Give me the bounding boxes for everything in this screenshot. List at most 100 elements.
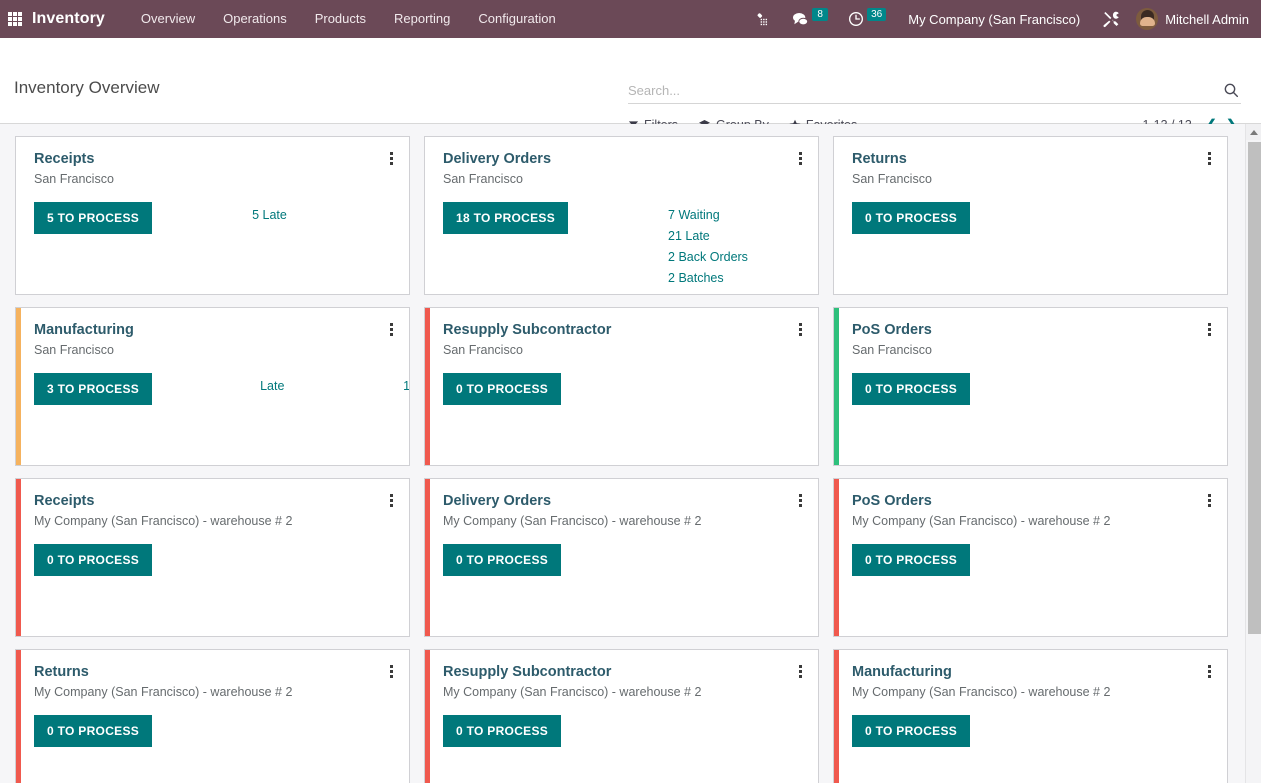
card-title: Manufacturing — [852, 664, 952, 680]
card-status-stripe — [16, 479, 21, 636]
card-title: Receipts — [34, 493, 95, 509]
kebab-menu-icon[interactable] — [384, 320, 398, 338]
to-process-button[interactable]: 5 TO PROCESS — [34, 202, 153, 235]
to-process-button[interactable]: 0 TO PROCESS — [852, 202, 971, 235]
tools-icon[interactable] — [1092, 0, 1130, 38]
kanban-card[interactable]: Returns San Francisco 0 TO PROCESS — [833, 136, 1228, 295]
card-title: PoS Orders — [852, 493, 932, 509]
search-icon[interactable] — [1221, 82, 1241, 98]
card-subtitle: San Francisco — [852, 172, 932, 187]
kebab-menu-icon[interactable] — [793, 491, 807, 509]
card-stat-line[interactable]: 2 Back Orders — [668, 248, 818, 267]
kanban-card[interactable]: Manufacturing My Company (San Francisco) … — [833, 649, 1228, 783]
card-status-stripe — [425, 650, 430, 783]
kanban-card[interactable]: PoS Orders My Company (San Francisco) - w… — [833, 478, 1228, 637]
search-input[interactable] — [628, 82, 1221, 98]
menu-reporting[interactable]: Reporting — [380, 0, 464, 38]
card-status-stripe — [425, 479, 430, 636]
kanban-card[interactable]: Receipts San Francisco 5 TO PROCESS 5 Late — [15, 136, 410, 295]
to-process-button[interactable]: 0 TO PROCESS — [34, 715, 153, 748]
menu-products[interactable]: Products — [301, 0, 380, 38]
activities-button[interactable]: 36 — [838, 0, 896, 38]
kanban-card[interactable]: PoS Orders San Francisco 0 TO PROCESS — [833, 307, 1228, 466]
card-body: 0 TO PROCESS — [443, 544, 802, 577]
card-stat-line[interactable]: 7 Waiting — [668, 206, 818, 225]
vertical-scrollbar[interactable] — [1245, 124, 1261, 783]
card-subtitle: My Company (San Francisco) - warehouse #… — [34, 685, 293, 700]
card-subtitle: My Company (San Francisco) - warehouse #… — [852, 514, 1111, 529]
to-process-button[interactable]: 3 TO PROCESS — [34, 373, 153, 406]
user-menu[interactable]: Mitchell Admin — [1130, 0, 1253, 38]
scrollbar-thumb[interactable] — [1248, 142, 1261, 634]
card-stat-line[interactable]: 21 Late — [668, 227, 818, 246]
activities-count-badge: 36 — [867, 7, 887, 21]
apps-grid-icon[interactable] — [8, 12, 22, 26]
card-stat-value: 1 — [403, 379, 410, 394]
kanban-card[interactable]: Manufacturing San Francisco 3 TO PROCESS La… — [15, 307, 410, 466]
card-stats: 7 Waiting 21 Late 2 Back Orders 2 Batches — [668, 202, 818, 288]
card-stat-line[interactable]: 5 Late — [252, 206, 402, 225]
card-title: Resupply Subcontractor — [443, 664, 612, 680]
to-process-button[interactable]: 0 TO PROCESS — [852, 715, 971, 748]
kebab-menu-icon[interactable] — [384, 662, 398, 680]
to-process-button[interactable]: 0 TO PROCESS — [852, 544, 971, 577]
card-body: 0 TO PROCESS — [852, 544, 1211, 577]
card-body: 0 TO PROCESS — [34, 544, 393, 577]
kebab-menu-icon[interactable] — [793, 662, 807, 680]
scroll-up-arrow-icon[interactable] — [1246, 124, 1261, 140]
phone-icon[interactable] — [745, 0, 782, 38]
chat-bubble-icon — [793, 12, 809, 25]
kebab-menu-icon[interactable] — [1202, 320, 1216, 338]
menu-operations[interactable]: Operations — [209, 0, 301, 38]
card-stat-line[interactable]: 2 Batches — [668, 269, 818, 288]
card-stat-label: 7 Waiting — [668, 208, 720, 223]
kanban-card[interactable]: Delivery Orders My Company (San Francisco… — [424, 478, 819, 637]
to-process-button[interactable]: 18 TO PROCESS — [443, 202, 569, 235]
kebab-menu-icon[interactable] — [1202, 149, 1216, 167]
kebab-menu-icon[interactable] — [384, 491, 398, 509]
card-title: Delivery Orders — [443, 151, 552, 167]
kebab-menu-icon[interactable] — [793, 149, 807, 167]
card-stat-line[interactable]: Late 1 — [260, 377, 410, 396]
company-switcher[interactable]: My Company (San Francisco) — [896, 12, 1092, 27]
card-title: Resupply Subcontractor — [443, 322, 612, 338]
app-brand-inventory[interactable]: Inventory — [32, 10, 105, 28]
to-process-button[interactable]: 0 TO PROCESS — [852, 373, 971, 406]
kanban-scroll-area[interactable]: Receipts San Francisco 5 TO PROCESS 5 Late D… — [0, 124, 1261, 783]
card-subtitle: San Francisco — [852, 343, 932, 358]
card-stat-label: 5 Late — [252, 208, 287, 223]
kanban-card[interactable]: Delivery Orders San Francisco 18 TO PROCES… — [424, 136, 819, 295]
kanban-card[interactable]: Receipts My Company (San Francisco) - war… — [15, 478, 410, 637]
card-body: 0 TO PROCESS — [34, 715, 393, 748]
menu-configuration[interactable]: Configuration — [464, 0, 569, 38]
kebab-menu-icon[interactable] — [1202, 662, 1216, 680]
card-title: Returns — [34, 664, 89, 680]
kanban-card[interactable]: Resupply Subcontractor My Company (San Fr… — [424, 649, 819, 783]
card-title: Manufacturing — [34, 322, 134, 338]
control-panel: Inventory Overview Filters — [0, 38, 1261, 133]
top-navbar: Inventory Overview Operations Products R… — [0, 0, 1261, 38]
card-body: 18 TO PROCESS 7 Waiting 21 Late 2 Back Orde… — [443, 202, 802, 288]
kanban-card[interactable]: Resupply Subcontractor San Francisco 0 TO … — [424, 307, 819, 466]
menu-overview[interactable]: Overview — [127, 0, 209, 38]
kebab-menu-icon[interactable] — [1202, 491, 1216, 509]
page-title: Inventory Overview — [14, 78, 160, 97]
card-stats: 5 Late — [252, 202, 402, 225]
card-body: 0 TO PROCESS — [852, 715, 1211, 748]
card-stat-label: 2 Batches — [668, 271, 724, 286]
to-process-button[interactable]: 0 TO PROCESS — [443, 373, 562, 406]
kebab-menu-icon[interactable] — [384, 149, 398, 167]
messages-button[interactable]: 8 — [782, 0, 838, 38]
card-status-stripe — [16, 650, 21, 783]
clock-icon — [849, 12, 864, 26]
card-stat-label: 2 Back Orders — [668, 250, 748, 265]
kanban-card[interactable]: Returns My Company (San Francisco) - ware… — [15, 649, 410, 783]
card-stat-label: Late — [260, 379, 285, 394]
card-stat-label: 21 Late — [668, 229, 710, 244]
to-process-button[interactable]: 0 TO PROCESS — [34, 544, 153, 577]
to-process-button[interactable]: 0 TO PROCESS — [443, 544, 562, 577]
card-title: Delivery Orders — [443, 493, 552, 509]
to-process-button[interactable]: 0 TO PROCESS — [443, 715, 562, 748]
card-subtitle: My Company (San Francisco) - warehouse #… — [34, 514, 293, 529]
kebab-menu-icon[interactable] — [793, 320, 807, 338]
